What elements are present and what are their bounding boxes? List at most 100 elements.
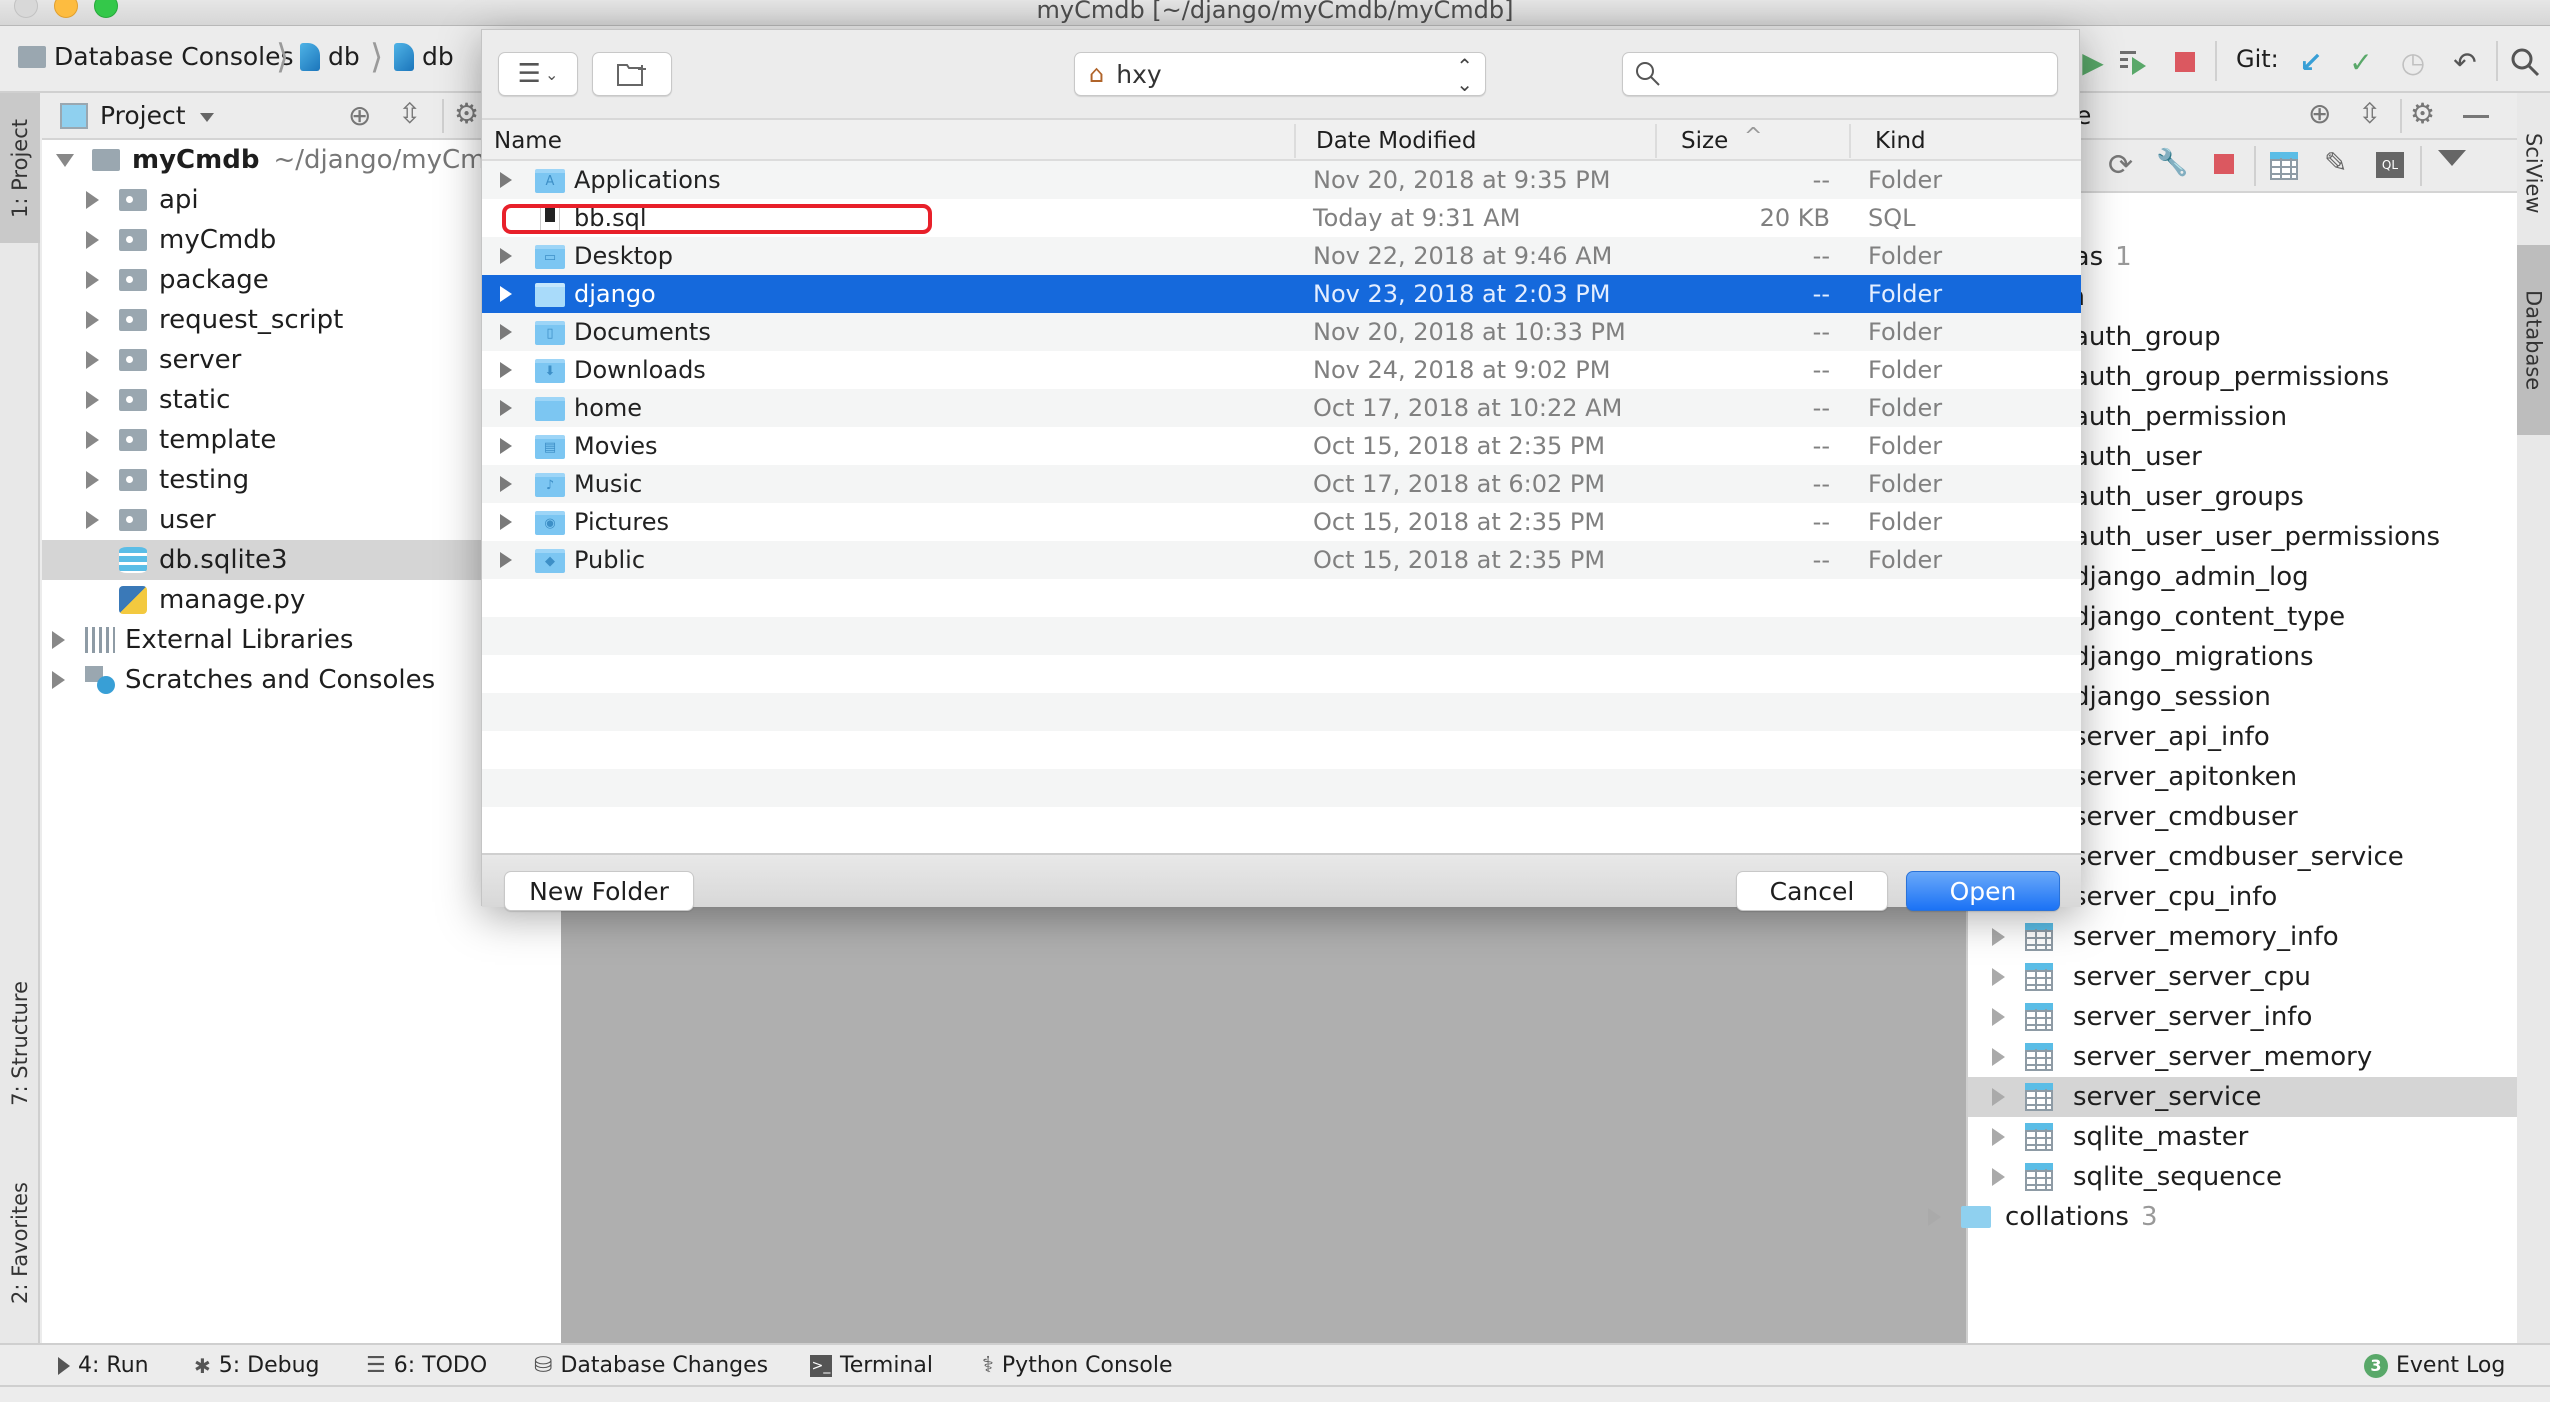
expand-arrow-icon[interactable]	[1992, 1088, 2005, 1106]
git-update-icon[interactable]: ↙	[2296, 46, 2326, 79]
cancel-button[interactable]: Cancel	[1736, 871, 1888, 911]
disclosure-triangle-icon[interactable]	[500, 514, 512, 530]
run-icon[interactable]: ▶	[2078, 46, 2108, 79]
file-row[interactable]: ▭ Desktop Nov 22, 2018 at 9:46 AM -- Folder	[482, 237, 2081, 275]
column-separator[interactable]	[1849, 124, 1851, 158]
table-node[interactable]: server_memory_info	[1968, 917, 2517, 957]
git-revert-icon[interactable]: ↶	[2450, 46, 2480, 79]
expand-arrow-icon[interactable]	[86, 311, 99, 329]
tab-sciview[interactable]: SciView	[2517, 103, 2550, 243]
table-node[interactable]: sqlite_sequence	[1968, 1157, 2517, 1197]
table-node[interactable]: server_server_info	[1968, 997, 2517, 1037]
file-row[interactable]: ◆ Public Oct 15, 2018 at 2:35 PM -- Folder	[482, 541, 2081, 579]
column-name[interactable]: Name	[494, 128, 562, 154]
edit-icon[interactable]: ✎	[2324, 146, 2347, 179]
table-node[interactable]: sqlite_master	[1968, 1117, 2517, 1157]
disclosure-triangle-icon[interactable]	[500, 400, 512, 416]
expand-arrow-icon[interactable]	[1992, 1128, 2005, 1146]
expand-arrow-icon[interactable]	[86, 391, 99, 409]
column-size[interactable]: Size	[1681, 128, 1728, 154]
expand-arrow-icon[interactable]	[1992, 1048, 2005, 1066]
table-node[interactable]: server_server_cpu	[1968, 957, 2517, 997]
file-row[interactable]: bb.sql Today at 9:31 AM 20 KB SQL	[482, 199, 2081, 237]
column-kind[interactable]: Kind	[1875, 128, 1926, 154]
new-folder-toolbar-button[interactable]	[592, 52, 672, 96]
gear-icon[interactable]: ⚙	[454, 97, 479, 130]
disclosure-triangle-icon[interactable]	[500, 362, 512, 378]
chevron-down-icon[interactable]	[200, 113, 214, 122]
disclosure-triangle-icon[interactable]	[500, 476, 512, 492]
event-log-button[interactable]: 3 Event Log	[2364, 1353, 2505, 1378]
tab-debug[interactable]: ✱ 5: Debug	[194, 1353, 320, 1378]
tab-structure[interactable]: 7: Structure	[0, 963, 40, 1123]
expand-arrow-icon[interactable]	[1992, 1168, 2005, 1186]
disclosure-triangle-icon[interactable]	[500, 438, 512, 454]
project-view-selector[interactable]: Project	[100, 101, 186, 130]
breadcrumb-db-2[interactable]: db	[394, 42, 454, 71]
sql-console-icon[interactable]: QL	[2376, 152, 2404, 178]
git-history-icon[interactable]: ◷	[2398, 46, 2428, 79]
column-date-modified[interactable]: Date Modified	[1316, 128, 1476, 154]
expand-arrow-icon[interactable]	[1992, 968, 2005, 986]
view-mode-button[interactable]: ☰ ⌄	[498, 52, 578, 96]
expand-arrow-icon[interactable]	[86, 271, 99, 289]
table-node[interactable]: server_service	[1968, 1077, 2517, 1117]
expand-arrow-icon[interactable]	[52, 631, 65, 649]
search-field[interactable]	[1622, 52, 2058, 96]
new-folder-button[interactable]: New Folder	[504, 871, 694, 911]
column-separator[interactable]	[1294, 124, 1296, 158]
tab-run[interactable]: 4: Run	[58, 1353, 149, 1378]
file-row[interactable]: ▯ Documents Nov 20, 2018 at 10:33 PM -- Fold…	[482, 313, 2081, 351]
disclosure-triangle-icon[interactable]	[500, 172, 512, 188]
expand-arrow-icon[interactable]	[86, 351, 99, 369]
tab-favorites[interactable]: 2: Favorites	[0, 1153, 40, 1333]
disclosure-triangle-icon[interactable]	[500, 552, 512, 568]
filter-icon[interactable]	[2438, 150, 2466, 166]
search-input[interactable]	[1669, 61, 2049, 87]
tab-todo[interactable]: ☰ 6: TODO	[366, 1353, 487, 1378]
file-row[interactable]: A Applications Nov 20, 2018 at 9:35 PM -- Fo…	[482, 161, 2081, 199]
column-separator[interactable]	[1655, 124, 1657, 158]
stop-icon[interactable]	[2214, 154, 2234, 174]
tab-python-console[interactable]: ⚕ Python Console	[982, 1353, 1173, 1378]
expand-arrow-icon[interactable]	[86, 471, 99, 489]
disclosure-triangle-icon[interactable]	[500, 286, 512, 302]
git-commit-icon[interactable]: ✓	[2346, 46, 2376, 79]
tab-database[interactable]: Database	[2517, 245, 2550, 435]
refresh-icon[interactable]: ⟳	[2108, 148, 2133, 183]
expand-arrow-icon[interactable]	[86, 191, 99, 209]
locate-icon[interactable]: ⊕	[348, 99, 371, 132]
file-row[interactable]: ⬇ Downloads Nov 24, 2018 at 9:02 PM -- Folde…	[482, 351, 2081, 389]
file-row[interactable]: ▤ Movies Oct 15, 2018 at 2:35 PM -- Folder	[482, 427, 2081, 465]
expand-arrow-icon[interactable]	[52, 671, 65, 689]
collapse-all-icon[interactable]: ⇳	[398, 97, 421, 130]
locate-icon[interactable]: ⊕	[2308, 97, 2331, 130]
expand-arrow-icon[interactable]	[1992, 1008, 2005, 1026]
disclosure-triangle-icon[interactable]	[500, 324, 512, 340]
file-row[interactable]: ◉ Pictures Oct 15, 2018 at 2:35 PM -- Folder	[482, 503, 2081, 541]
expand-arrow-icon[interactable]	[1928, 1208, 1941, 1226]
tab-project[interactable]: 1: Project	[0, 93, 40, 243]
expand-arrow-icon[interactable]	[86, 431, 99, 449]
location-popup[interactable]: ⌂ hxy ⌃ ⌄	[1074, 52, 1486, 96]
tab-terminal[interactable]: >_ Terminal	[810, 1353, 933, 1378]
gear-icon[interactable]: ⚙	[2410, 97, 2435, 130]
run-file-icon[interactable]	[2118, 47, 2148, 77]
expand-arrow-icon[interactable]	[56, 153, 74, 167]
stop-icon[interactable]	[2170, 47, 2200, 77]
file-row[interactable]: ♪ Music Oct 17, 2018 at 6:02 PM -- Folder	[482, 465, 2081, 503]
table-node[interactable]: server_server_memory	[1968, 1037, 2517, 1077]
expand-arrow-icon[interactable]	[86, 511, 99, 529]
expand-arrow-icon[interactable]	[1992, 928, 2005, 946]
tab-database-changes[interactable]: ⛁ Database Changes	[534, 1353, 768, 1378]
breadcrumb-db-1[interactable]: db	[300, 42, 360, 71]
open-button[interactable]: Open	[1906, 871, 2060, 911]
file-row[interactable]: django Nov 23, 2018 at 2:03 PM -- Folder	[482, 275, 2081, 313]
collapse-all-icon[interactable]: ⇳	[2358, 97, 2381, 130]
file-row[interactable]: home Oct 17, 2018 at 10:22 AM -- Folder	[482, 389, 2081, 427]
data-source-properties-icon[interactable]: 🔧	[2156, 148, 2188, 178]
collations-node[interactable]: collations 3	[1928, 1197, 2517, 1237]
hide-panel-icon[interactable]	[2463, 115, 2489, 118]
table-editor-icon[interactable]	[2270, 152, 2298, 180]
search-everywhere-icon[interactable]	[2510, 47, 2540, 77]
